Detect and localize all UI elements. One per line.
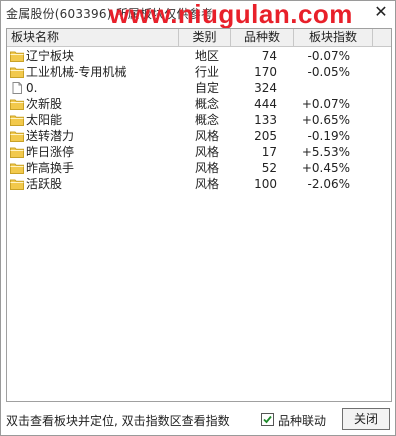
- row-index: +0.07%: [301, 97, 350, 111]
- close-icon[interactable]: ✕: [373, 3, 389, 21]
- row-type: 行业: [195, 65, 220, 79]
- table-row[interactable]: 工业机械-专用机械 行业 170 -0.05%: [7, 64, 373, 80]
- column-header-count[interactable]: 品种数: [231, 29, 294, 46]
- document-icon: [10, 82, 24, 94]
- table-row[interactable]: 送转潜力 风格 205 -0.19%: [7, 128, 373, 144]
- row-count: 444: [254, 97, 277, 111]
- column-header-type[interactable]: 类别: [179, 29, 231, 46]
- status-hint: 双击查看板块并定位, 双击指数区查看指数: [6, 414, 230, 428]
- row-type: 自定: [195, 81, 220, 95]
- row-index: +5.53%: [301, 145, 350, 159]
- row-count: 205: [254, 129, 277, 143]
- row-count: 52: [261, 161, 277, 175]
- linkage-checkbox-label[interactable]: 品种联动: [278, 412, 326, 429]
- table-row[interactable]: 辽宁板块 地区 74 -0.07%: [7, 48, 373, 64]
- row-count: 74: [261, 49, 277, 63]
- table-header: 板块名称 类别 品种数 板块指数: [7, 29, 391, 47]
- column-header-name[interactable]: 板块名称: [7, 29, 179, 46]
- column-header-index[interactable]: 板块指数: [294, 29, 373, 46]
- sector-dialog: 金属股份(603396) 所属板块仅供参考 www.niugulan.com ✕…: [0, 0, 396, 436]
- row-count: 170: [254, 65, 277, 79]
- status-bar: 双击查看板块并定位, 双击指数区查看指数 品种联动 关闭: [1, 405, 395, 435]
- folder-icon: [10, 178, 24, 190]
- row-name: 昨日涨停: [26, 145, 75, 159]
- table-row[interactable]: 太阳能 概念 133 +0.65%: [7, 112, 373, 128]
- table-row[interactable]: 活跃股 风格 100 -2.06%: [7, 176, 373, 192]
- folder-icon: [10, 98, 24, 110]
- row-type: 风格: [195, 145, 220, 159]
- row-type: 风格: [195, 177, 220, 191]
- row-index: +0.65%: [301, 113, 350, 127]
- row-type: 风格: [195, 161, 220, 175]
- row-name: 辽宁板块: [26, 49, 75, 63]
- row-name: 工业机械-专用机械: [26, 65, 127, 79]
- row-count: 100: [254, 177, 277, 191]
- row-index: -0.05%: [307, 65, 350, 79]
- row-count: 133: [254, 113, 277, 127]
- row-index: -2.06%: [307, 177, 350, 191]
- folder-icon: [10, 130, 24, 142]
- row-index: +0.45%: [301, 161, 350, 175]
- row-count: 324: [254, 81, 277, 95]
- linkage-checkbox[interactable]: [261, 413, 274, 426]
- row-type: 地区: [195, 49, 220, 63]
- table-row[interactable]: 0. 自定 324: [7, 80, 373, 96]
- table-row[interactable]: 昨高换手 风格 52 +0.45%: [7, 160, 373, 176]
- close-button[interactable]: 关闭: [342, 408, 390, 430]
- title-bar: 金属股份(603396) 所属板块仅供参考 www.niugulan.com ✕: [1, 0, 395, 29]
- row-type: 概念: [195, 113, 220, 127]
- table-row[interactable]: 昨日涨停 风格 17 +5.53%: [7, 144, 373, 160]
- row-index: -0.19%: [307, 129, 350, 143]
- row-name: 活跃股: [26, 177, 63, 191]
- folder-icon: [10, 66, 24, 78]
- row-count: 17: [261, 145, 277, 159]
- check-icon: [263, 415, 272, 424]
- row-index: -0.07%: [307, 49, 350, 63]
- row-name: 0.: [26, 81, 38, 95]
- folder-icon: [10, 50, 24, 62]
- row-name: 昨高换手: [26, 161, 75, 175]
- row-type: 概念: [195, 97, 220, 111]
- folder-icon: [10, 162, 24, 174]
- row-name: 次新股: [26, 97, 63, 111]
- sector-table: 板块名称 类别 品种数 板块指数 辽宁板块 地区 74 -0.07% 工业机械-专用机械…: [6, 28, 392, 402]
- folder-icon: [10, 146, 24, 158]
- folder-icon: [10, 114, 24, 126]
- row-name: 太阳能: [26, 113, 63, 127]
- row-type: 风格: [195, 129, 220, 143]
- table-row[interactable]: 次新股 概念 444 +0.07%: [7, 96, 373, 112]
- row-name: 送转潜力: [26, 129, 75, 143]
- watermark: www.niugulan.com: [109, 0, 353, 29]
